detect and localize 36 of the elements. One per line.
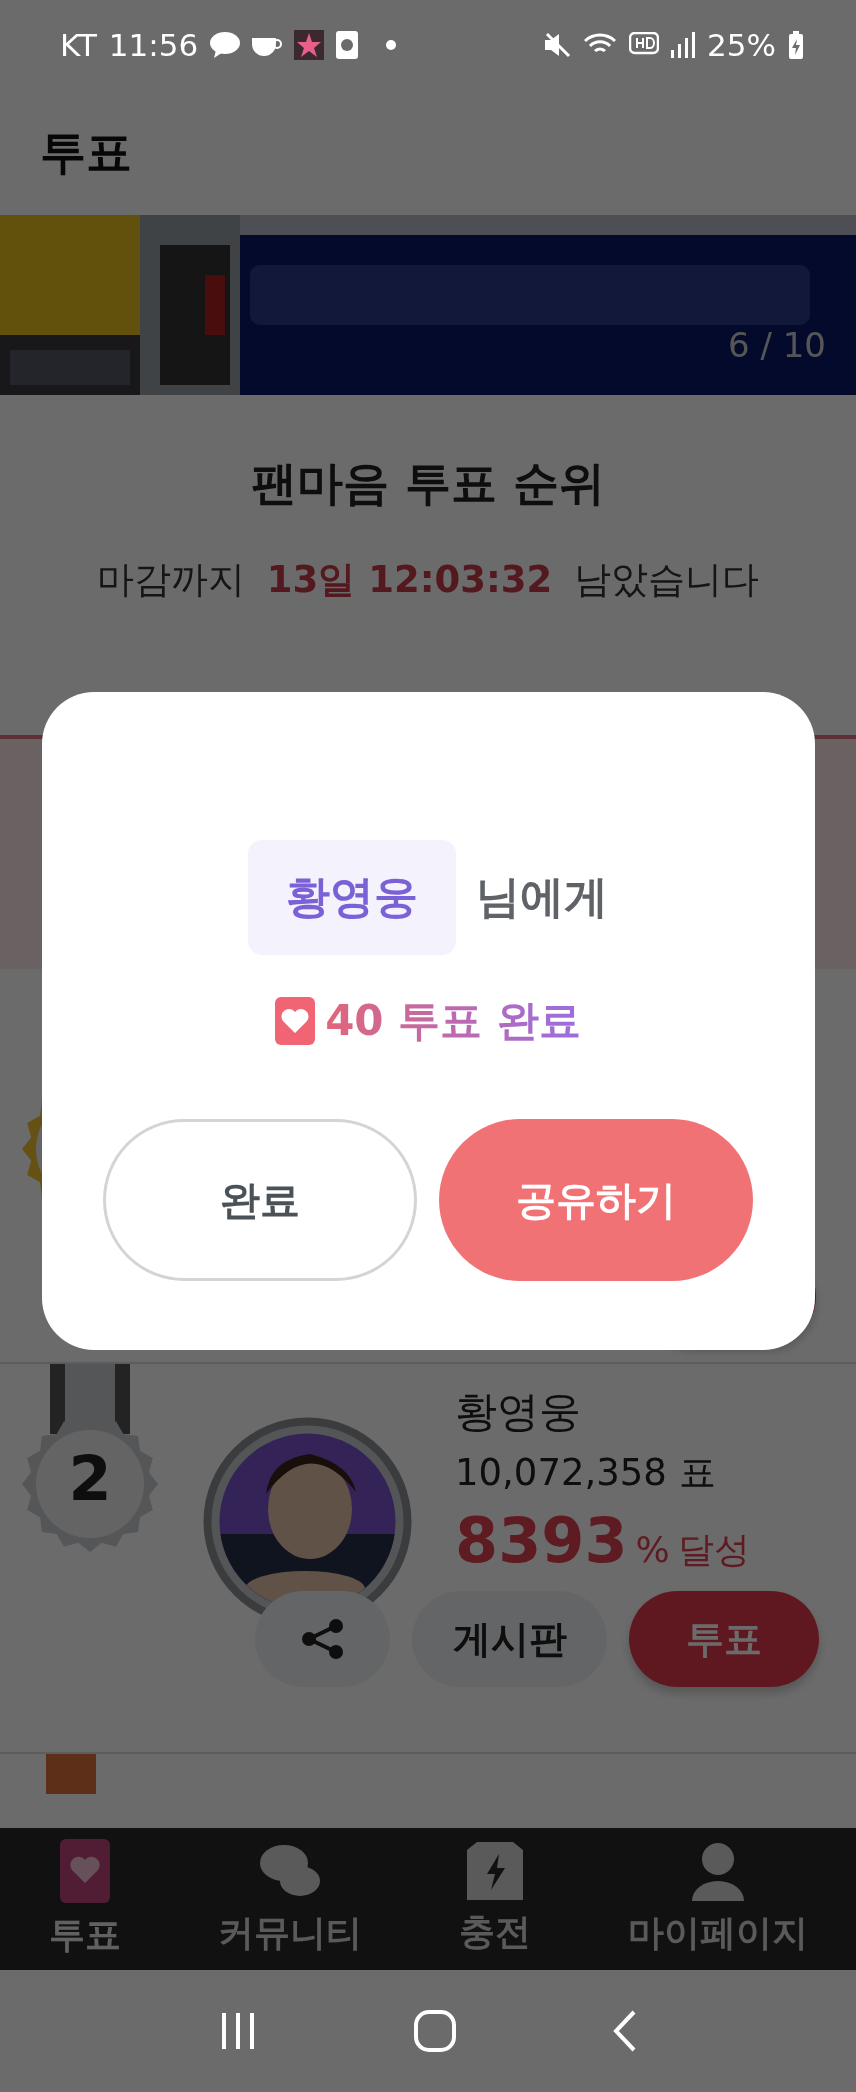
done-button[interactable]: 완료 [103, 1119, 417, 1281]
star-app-icon [294, 30, 325, 60]
clock-time: 11:56 [108, 27, 199, 63]
achievement-label: 달성 [677, 1528, 750, 1572]
percent-unit: % [635, 1529, 670, 1570]
recipient-suffix: 님에게 [476, 870, 608, 924]
page-title: 투표 [40, 123, 132, 181]
recipient-name: 황영웅 [248, 840, 456, 955]
chat-bubble-icon [210, 32, 241, 58]
signal-icon [671, 32, 696, 58]
battery-charging-icon [788, 31, 804, 59]
share-button[interactable] [255, 1591, 390, 1687]
nav-tab[interactable]: 충전 [458, 1841, 531, 1957]
ranking-title: 팬마음 투표 순위 [250, 455, 606, 512]
nav-tab[interactable]: 마이페이지 [627, 1840, 808, 1958]
nav-tab[interactable]: 커뮤니티 [217, 1840, 362, 1958]
achievement-percent: 8393 [455, 1504, 628, 1577]
dot-icon [386, 40, 397, 50]
carrier-label: KT [60, 27, 97, 63]
vote-count: 10,072,358 표 [455, 1450, 717, 1496]
board-button[interactable]: 게시판 [412, 1591, 607, 1687]
battery-percent: 25% [707, 27, 776, 63]
mute-icon [545, 32, 572, 58]
rank-number: 2 [67, 1442, 113, 1515]
slide-counter: 6 / 10 [728, 325, 826, 365]
deadline-label: 마감까지 [96, 557, 245, 603]
nav-tab[interactable]: 투표 [48, 1838, 121, 1960]
artist-name: 황영웅 [455, 1386, 582, 1438]
countdown-timer: 13일 12:03:32 [266, 557, 553, 603]
heart-card-icon [275, 997, 316, 1045]
share-icon [299, 1618, 346, 1660]
medal-icon [20, 1364, 160, 1554]
vote-button[interactable]: 투표 [629, 1591, 819, 1687]
deadline-suffix: 남았습니다 [574, 557, 760, 603]
home-icon[interactable] [413, 2009, 457, 2053]
share-button[interactable]: 공유하기 [439, 1119, 753, 1281]
